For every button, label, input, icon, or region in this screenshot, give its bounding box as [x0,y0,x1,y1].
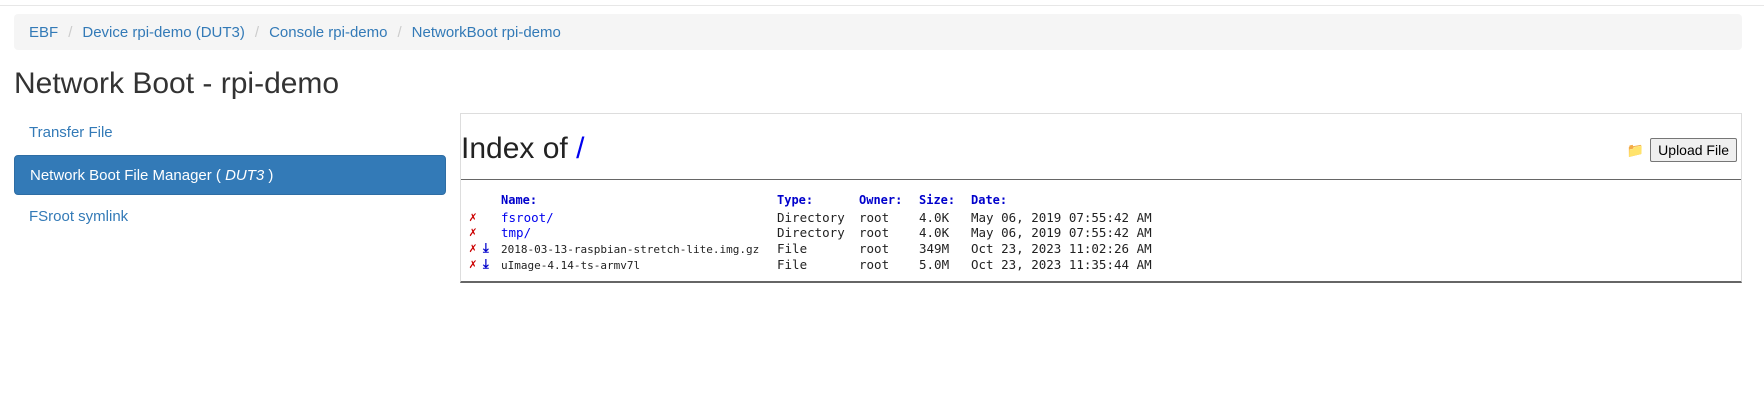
file-size: 349M [919,240,950,256]
breadcrumb-networkboot[interactable]: NetworkBoot rpi-demo [412,24,561,41]
table-row: ✗ ⤓ 2018-03-13-raspbian-stretch-lite.img… [469,240,1152,257]
page-title: Network Boot - rpi-demo [14,67,340,100]
header-size: Size: [919,192,956,207]
breadcrumb-separator: / [254,23,260,41]
breadcrumb-ebf[interactable]: EBF [29,24,58,41]
index-title: Index of / [461,132,584,166]
file-size: 5.0M [919,256,950,272]
file-type: Directory [777,210,845,225]
upload-area: 📁 Upload File [1627,138,1737,162]
file-name: 2018-03-13-raspbian-stretch-lite.img.gz [501,242,760,256]
delete-icon[interactable]: ✗ [469,240,483,256]
table-header-row: Name: Type: Owner: Size: Date: [469,189,1152,210]
top-divider [0,5,1764,6]
header-owner: Owner: [859,192,903,207]
file-type: File [777,256,808,272]
breadcrumb-separator: / [68,23,73,41]
file-index-panel: Index of / 📁 Upload File Name: Type: Own… [460,113,1742,283]
breadcrumb-console[interactable]: Console rpi-demo [269,24,387,41]
file-type: File [777,240,808,256]
download-icon[interactable]: ⤓ [483,257,489,272]
file-size: 4.0K [919,225,950,240]
file-table: Name: Type: Owner: Size: Date: ✗ fsroot/… [469,189,1152,273]
file-owner: root [859,225,890,240]
file-size: 4.0K [919,210,950,225]
index-path-link[interactable]: / [576,132,584,165]
delete-icon[interactable]: ✗ [469,256,483,272]
header-name: Name: [501,192,538,207]
file-type: Directory [777,225,845,240]
breadcrumb: EBF / Device rpi-demo (DUT3) / Console r… [14,14,1742,50]
delete-icon[interactable]: ✗ [469,225,483,240]
nav-file-manager-close: ) [264,167,274,184]
table-row: ✗ ⤓ uImage-4.14-ts-armv7l File root 5.0M… [469,256,1152,273]
nav-file-manager-device: DUT3 [225,167,265,184]
file-owner: root [859,240,890,256]
table-row: ✗ fsroot/ Directory root 4.0K May 06, 20… [469,210,1152,225]
nav-file-manager[interactable]: Network Boot File Manager ( DUT3 ) [14,155,446,195]
file-date: Oct 23, 2023 11:02:26 AM [971,240,1152,256]
file-date: May 06, 2019 07:55:42 AM [971,210,1152,225]
nav-transfer-file[interactable]: Transfer File [14,113,446,153]
file-name-link[interactable]: fsroot/ [501,210,554,225]
index-divider [461,179,1741,180]
side-navigation: Transfer File Network Boot File Manager … [14,113,446,239]
folder-icon: 📁 [1626,141,1645,158]
file-owner: root [859,210,890,225]
breadcrumb-device[interactable]: Device rpi-demo (DUT3) [82,24,245,41]
nav-file-manager-label: Network Boot File Manager ( [30,167,226,184]
table-row: ✗ tmp/ Directory root 4.0K May 06, 2019 … [469,225,1152,240]
file-name-link[interactable]: tmp/ [501,225,531,240]
file-name: uImage-4.14-ts-armv7l [501,258,641,272]
delete-icon[interactable]: ✗ [469,210,483,225]
breadcrumb-separator: / [397,23,402,41]
file-date: May 06, 2019 07:55:42 AM [971,225,1152,240]
download-icon[interactable]: ⤓ [483,241,489,256]
header-date: Date: [971,192,1008,207]
file-owner: root [859,256,890,272]
file-date: Oct 23, 2023 11:35:44 AM [971,256,1152,272]
upload-file-button[interactable]: Upload File [1650,138,1737,162]
header-type: Type: [777,192,814,207]
nav-fsroot-symlink[interactable]: FSroot symlink [14,197,446,237]
index-title-prefix: Index of [461,132,577,165]
